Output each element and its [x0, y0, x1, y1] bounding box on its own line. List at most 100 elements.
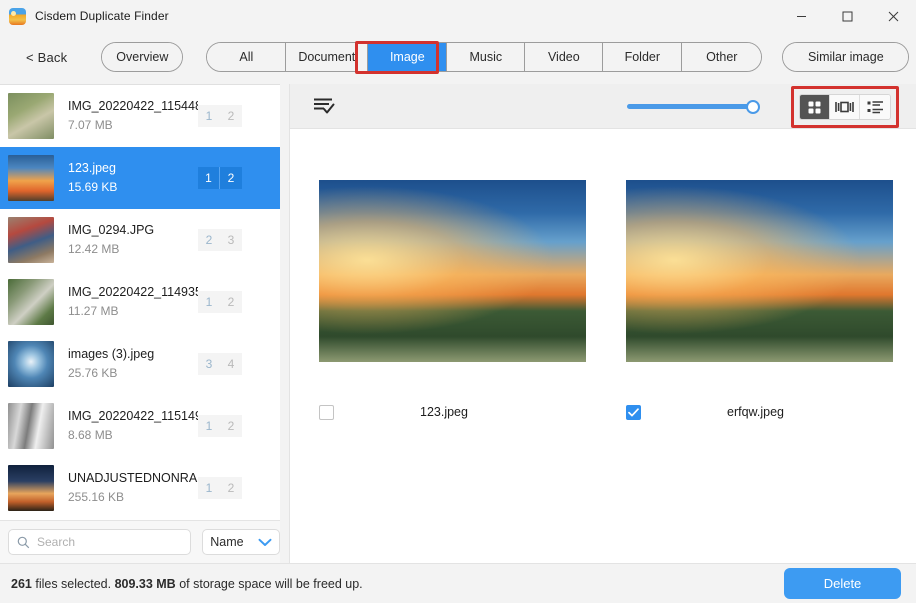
file-thumbnail	[8, 403, 54, 449]
image-preview[interactable]	[319, 180, 586, 362]
tab-folder[interactable]: Folder	[603, 42, 682, 72]
thumbnail-size-slider[interactable]	[627, 100, 758, 114]
freed-space-size: 809.33 MB	[115, 577, 176, 591]
file-name: IMG_20220422_115448...	[68, 98, 198, 115]
list-item[interactable]: images (3).jpeg 25.76 KB 3 4	[0, 333, 280, 395]
list-item[interactable]: 123.jpeg 15.69 KB 1 2	[0, 147, 280, 209]
count-total: 2	[220, 167, 242, 189]
compare-view-button[interactable]	[830, 95, 860, 119]
file-thumbnail	[8, 155, 54, 201]
list-item[interactable]: IMG_20220422_115448... 7.07 MB 1 2	[0, 85, 280, 147]
preview-toolbar	[290, 84, 916, 129]
close-icon[interactable]	[870, 0, 916, 32]
list-item[interactable]: UNADJUSTEDNONRA... 255.16 KB 1 2	[0, 457, 280, 519]
minimize-icon[interactable]	[778, 0, 824, 32]
file-info: IMG_0294.JPG 12.42 MB	[68, 222, 198, 258]
grid-view-button[interactable]	[800, 95, 830, 119]
app-logo-icon	[9, 8, 26, 25]
delete-button[interactable]: Delete	[784, 568, 901, 599]
file-list-sidebar[interactable]: IMG_20220422_115448... 7.07 MB 1 2 123.j…	[0, 84, 280, 520]
image-preview[interactable]	[626, 180, 893, 362]
file-info: IMG_20220422_114935... 11.27 MB	[68, 284, 198, 320]
duplicate-counts: 1 2	[198, 291, 242, 313]
sort-value: Name	[210, 535, 243, 549]
select-all-list-icon[interactable]	[313, 97, 335, 115]
file-info: 123.jpeg 15.69 KB	[68, 160, 198, 196]
file-info: IMG_20220422_115448... 7.07 MB	[68, 98, 198, 134]
grid-icon	[807, 100, 822, 115]
tab-document[interactable]: Document	[286, 42, 368, 72]
tab-music[interactable]: Music	[447, 42, 525, 72]
title-bar: Cisdem Duplicate Finder	[0, 0, 916, 32]
count-selected: 1	[198, 415, 220, 437]
file-name: UNADJUSTEDNONRA...	[68, 470, 198, 487]
status-text-end: of storage space will be freed up.	[179, 577, 362, 591]
gallery-card[interactable]: erfqw.jpeg	[626, 180, 893, 362]
list-item[interactable]: IMG_20220422_114935... 11.27 MB 1 2	[0, 271, 280, 333]
count-total: 2	[220, 415, 242, 437]
file-info: UNADJUSTEDNONRA... 255.16 KB	[68, 470, 198, 506]
similar-image-button-group: Similar image	[782, 42, 909, 72]
status-text: 261 files selected. 809.33 MB of storage…	[11, 577, 363, 591]
top-navigation-bar: < Back Overview All Document Image Music…	[0, 32, 916, 82]
gallery-card[interactable]: 123.jpeg	[319, 180, 586, 362]
chevron-down-icon	[258, 538, 272, 547]
image-filename: 123.jpeg	[420, 405, 468, 419]
search-icon	[17, 536, 30, 549]
file-size: 255.16 KB	[68, 488, 198, 506]
count-total: 2	[220, 477, 242, 499]
slider-knob[interactable]	[746, 100, 760, 114]
file-name: images (3).jpeg	[68, 346, 198, 363]
file-name: 123.jpeg	[68, 160, 198, 177]
count-total: 2	[220, 105, 242, 127]
status-text-mid: files selected.	[35, 577, 111, 591]
filmstrip-icon	[835, 100, 854, 114]
app-window: Cisdem Duplicate Finder < Back Overview …	[0, 0, 916, 603]
file-info: images (3).jpeg 25.76 KB	[68, 346, 198, 382]
file-thumbnail	[8, 93, 54, 139]
search-input[interactable]: Search	[8, 529, 191, 555]
back-button[interactable]: < Back	[26, 50, 67, 65]
duplicate-counts: 2 3	[198, 229, 242, 251]
category-tab-group: All Document Image Music Video Folder Ot…	[206, 42, 762, 72]
sidebar-search-bar: Search Name	[0, 520, 280, 563]
count-selected: 1	[198, 477, 220, 499]
slider-track	[627, 104, 758, 109]
list-item[interactable]: IMG_20220422_115149... 8.68 MB 1 2	[0, 395, 280, 457]
count-total: 3	[220, 229, 242, 251]
maximize-icon[interactable]	[824, 0, 870, 32]
file-name: IMG_0294.JPG	[68, 222, 198, 239]
count-selected: 3	[198, 353, 220, 375]
preview-panel: 3 view modes 123.jpeg erfqw	[289, 84, 916, 563]
count-selected: 1	[198, 291, 220, 313]
file-thumbnail	[8, 217, 54, 263]
file-size: 25.76 KB	[68, 364, 198, 382]
sort-dropdown[interactable]: Name	[202, 529, 280, 555]
list-view-button[interactable]	[860, 95, 890, 119]
window-controls	[778, 0, 916, 32]
footer-status-bar: 261 files selected. 809.33 MB of storage…	[0, 563, 916, 603]
tab-video[interactable]: Video	[525, 42, 603, 72]
file-thumbnail	[8, 465, 54, 511]
similar-image-button[interactable]: Similar image	[783, 42, 908, 72]
duplicate-counts: 3 4	[198, 353, 242, 375]
tab-image[interactable]: Image	[368, 42, 447, 72]
tab-all[interactable]: All	[207, 42, 286, 72]
file-size: 15.69 KB	[68, 178, 198, 196]
file-size: 11.27 MB	[68, 302, 198, 320]
list-item[interactable]: IMG_0294.JPG 12.42 MB 2 3	[0, 209, 280, 271]
count-selected: 2	[198, 229, 220, 251]
checkmark-icon	[628, 408, 639, 417]
image-checkbox[interactable]	[319, 405, 334, 420]
image-checkbox[interactable]	[626, 405, 641, 420]
list-icon	[867, 100, 884, 114]
count-total: 2	[220, 291, 242, 313]
file-thumbnail	[8, 341, 54, 387]
file-thumbnail	[8, 279, 54, 325]
tab-other[interactable]: Other	[682, 42, 761, 72]
duplicate-counts: 1 2	[198, 167, 242, 189]
count-selected: 1	[198, 167, 220, 189]
duplicate-counts: 1 2	[198, 105, 242, 127]
file-size: 8.68 MB	[68, 426, 198, 444]
overview-button[interactable]: Overview	[102, 42, 182, 72]
